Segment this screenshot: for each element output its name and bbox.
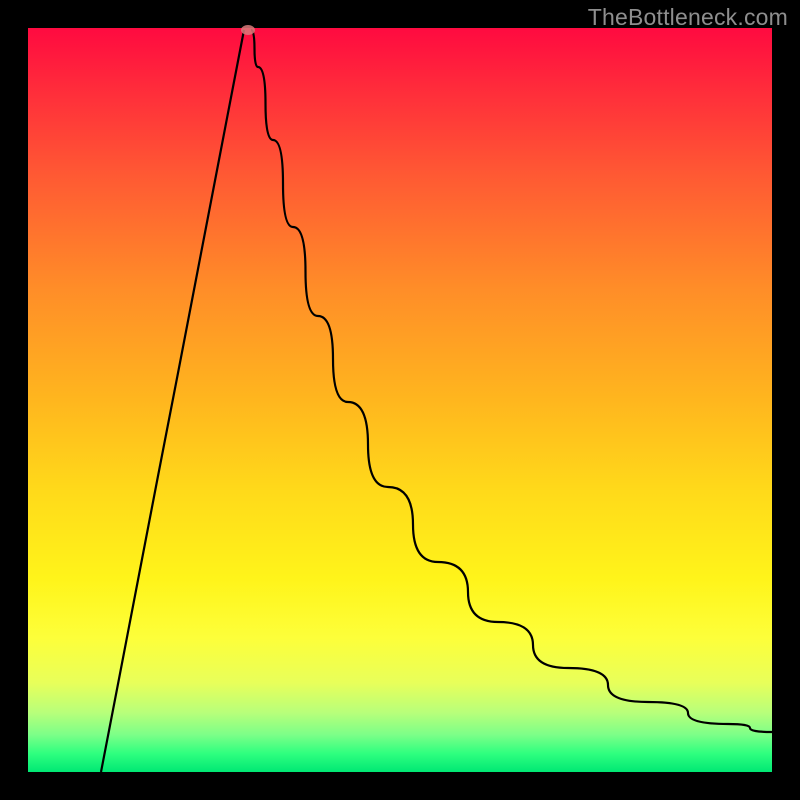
optimum-marker bbox=[241, 25, 255, 35]
curve-right-branch bbox=[251, 30, 772, 732]
bottleneck-curve bbox=[28, 28, 772, 772]
watermark-text: TheBottleneck.com bbox=[588, 4, 788, 31]
curve-left-branch bbox=[101, 30, 244, 772]
chart-plot-area bbox=[28, 28, 772, 772]
